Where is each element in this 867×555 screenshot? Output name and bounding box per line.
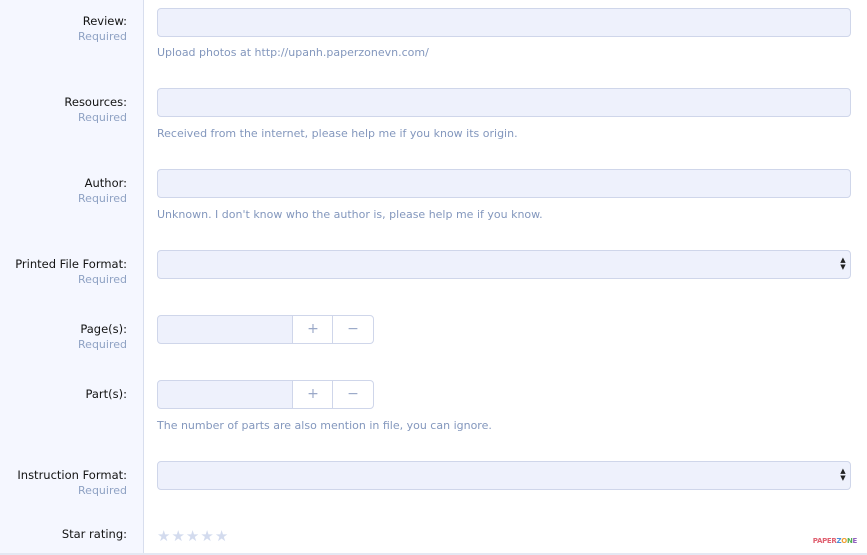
printed-file-format-select[interactable]: ▲ ▼ — [157, 250, 851, 279]
review-required: Required — [78, 30, 127, 43]
pages-increment-button[interactable]: + — [292, 315, 334, 344]
printed-file-format-label: Printed File Format: — [15, 257, 127, 271]
parts-hint: The number of parts are also mention in … — [157, 419, 492, 432]
star-rating-widget[interactable]: ★★★★★ — [157, 527, 229, 545]
star-icon[interactable]: ★ — [215, 527, 228, 545]
printed-file-format-required: Required — [78, 273, 127, 286]
resources-hint: Received from the internet, please help … — [157, 127, 518, 140]
parts-input[interactable] — [157, 380, 293, 409]
author-label: Author: — [84, 176, 127, 190]
author-input[interactable] — [157, 169, 851, 198]
star-icon[interactable]: ★ — [157, 527, 170, 545]
instruction-format-required: Required — [78, 484, 127, 497]
instruction-format-select[interactable]: ▲ ▼ — [157, 461, 851, 490]
pages-input[interactable] — [157, 315, 293, 344]
updown-arrows-icon: ▲ ▼ — [840, 467, 846, 482]
pages-label: Page(s): — [80, 322, 127, 336]
pages-decrement-button[interactable]: − — [332, 315, 374, 344]
parts-decrement-button[interactable]: − — [332, 380, 374, 409]
instruction-format-label: Instruction Format: — [17, 468, 127, 482]
star-rating-label: Star rating: — [61, 527, 127, 541]
resources-label: Resources: — [64, 95, 127, 109]
parts-increment-button[interactable]: + — [292, 380, 334, 409]
review-label: Review: — [82, 14, 127, 28]
updown-arrows-icon: ▲ ▼ — [840, 256, 846, 271]
parts-label: Part(s): — [85, 387, 127, 401]
star-icon[interactable]: ★ — [200, 527, 213, 545]
review-hint: Upload photos at http://upanh.paperzonev… — [157, 46, 429, 59]
star-icon[interactable]: ★ — [186, 527, 199, 545]
star-icon[interactable]: ★ — [171, 527, 184, 545]
author-hint: Unknown. I don't know who the author is,… — [157, 208, 543, 221]
resources-input[interactable] — [157, 88, 851, 117]
author-required: Required — [78, 192, 127, 205]
resources-required: Required — [78, 111, 127, 124]
pages-required: Required — [78, 338, 127, 351]
paperzone-logo: PAPERZONE — [812, 537, 858, 545]
review-input[interactable] — [157, 8, 851, 37]
